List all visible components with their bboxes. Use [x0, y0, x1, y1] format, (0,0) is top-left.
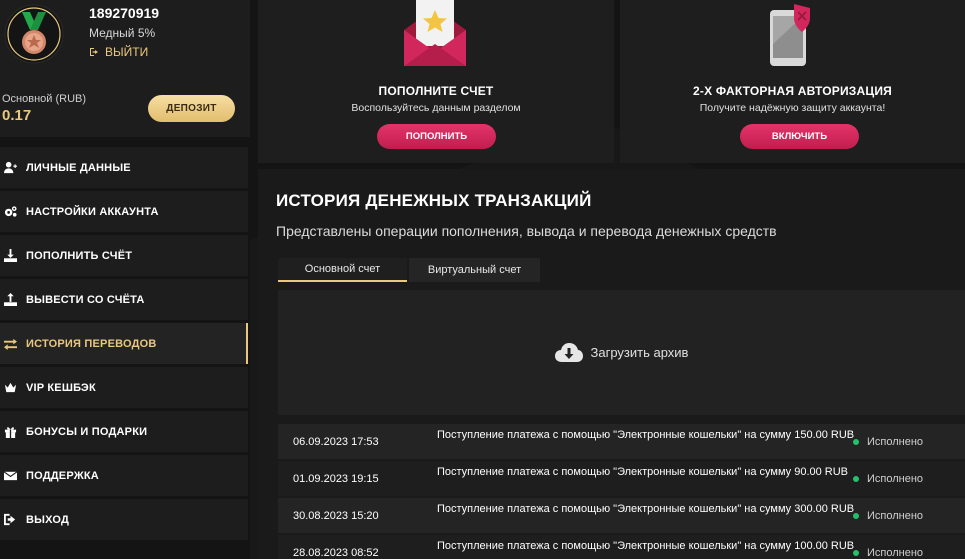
sidebar-item-label: ПОДДЕРЖКА [26, 469, 99, 482]
user-level: Медный 5% [89, 26, 156, 40]
card-subtitle: Воспользуйтесь данным разделом [351, 102, 521, 114]
sidebar-item-label: ПОПОЛНИТЬ СЧЁТ [26, 249, 133, 262]
deposit-button[interactable]: ДЕПОЗИТ [148, 95, 235, 122]
transaction-history-panel: ИСТОРИЯ ДЕНЕЖНЫХ ТРАНЗАКЦИЙ Представлены… [258, 169, 965, 559]
sidebar: 189270919 Медный 5% ВЫЙТИ Основной (RUB)… [0, 0, 250, 559]
twofa-promo-card: 2-Х ФАКТОРНАЯ АВТОРИЗАЦИЯ Получите надёж… [620, 0, 965, 163]
sidebar-menu: ЛИЧНЫЕ ДАННЫЕ НАСТРОЙКИ АККАУНТА ПОПОЛНИ… [0, 147, 250, 543]
status-badge: Исполнено [853, 473, 923, 485]
table-row: 28.08.2023 08:52 Поступление платежа с п… [278, 535, 965, 559]
logout-icon [2, 512, 18, 528]
table-row: 06.09.2023 17:53 Поступление платежа с п… [278, 424, 965, 459]
tx-description: Поступление платежа с помощью "Электронн… [437, 540, 855, 552]
exchange-icon [2, 336, 18, 352]
user-icon [2, 160, 18, 176]
copper-medal-icon [4, 4, 64, 64]
envelope-star-icon [404, 0, 466, 66]
status-dot-icon [853, 476, 859, 482]
gift-icon [2, 424, 18, 440]
sidebar-item-transfer-history[interactable]: ИСТОРИЯ ПЕРЕВОДОВ [0, 323, 248, 364]
phone-shield-icon [770, 4, 810, 66]
balance-label: Основной (RUB) [2, 93, 87, 105]
sidebar-item-label: НАСТРОЙКИ АККАУНТА [26, 205, 159, 218]
tx-description: Поступление платежа с помощью "Электронн… [437, 466, 849, 478]
enable-2fa-button[interactable]: ВКЛЮЧИТЬ [740, 124, 859, 149]
upload-icon [2, 292, 18, 308]
tx-description: Поступление платежа с помощью "Электронн… [437, 503, 855, 515]
account-tabs: Основной счет Виртуальный счет [278, 258, 540, 282]
archive-label: Загрузить архив [590, 345, 689, 360]
deposit-promo-card: ПОПОЛНИТЕ СЧЕТ Воспользуйтесь данным раз… [258, 0, 614, 163]
sidebar-item-label: БОНУСЫ И ПОДАРКИ [26, 425, 148, 438]
transaction-list: 06.09.2023 17:53 Поступление платежа с п… [278, 424, 965, 559]
sidebar-item-vip-cashback[interactable]: VIP КЕШБЭК [0, 367, 248, 408]
sidebar-item-account-settings[interactable]: НАСТРОЙКИ АККАУНТА [0, 191, 248, 232]
tab-main-account[interactable]: Основной счет [278, 258, 407, 282]
crown-icon [2, 380, 18, 396]
table-row: 01.09.2023 19:15 Поступление платежа с п… [278, 461, 965, 496]
status-dot-icon [853, 513, 859, 519]
sidebar-item-withdraw[interactable]: ВЫВЕСТИ СО СЧЁТА [0, 279, 248, 320]
status-dot-icon [853, 439, 859, 445]
sidebar-item-exit[interactable]: ВЫХОД [0, 499, 248, 540]
sidebar-item-personal-data[interactable]: ЛИЧНЫЕ ДАННЫЕ [0, 147, 248, 188]
sidebar-item-label: VIP КЕШБЭК [26, 381, 96, 394]
topup-button[interactable]: ПОПОЛНИТЬ [377, 124, 496, 149]
sidebar-item-support[interactable]: ПОДДЕРЖКА [0, 455, 248, 496]
page-title: ИСТОРИЯ ДЕНЕЖНЫХ ТРАНЗАКЦИЙ [276, 191, 592, 210]
sidebar-item-label: ЛИЧНЫЕ ДАННЫЕ [26, 161, 131, 174]
card-title: 2-Х ФАКТОРНАЯ АВТОРИЗАЦИЯ [693, 84, 892, 98]
status-badge: Исполнено [853, 510, 923, 522]
envelope-icon [2, 468, 18, 484]
logout-label: ВЫЙТИ [105, 45, 149, 59]
tx-description: Поступление платежа с помощью "Электронн… [437, 429, 855, 441]
logout-icon [90, 48, 98, 56]
gears-icon [2, 204, 18, 220]
download-archive-button[interactable]: Загрузить архив [278, 290, 965, 415]
sidebar-item-label: ВЫХОД [26, 513, 70, 526]
status-badge: Исполнено [853, 436, 923, 448]
sidebar-item-bonuses[interactable]: БОНУСЫ И ПОДАРКИ [0, 411, 248, 452]
tx-date: 28.08.2023 08:52 [293, 547, 379, 559]
tab-virtual-account[interactable]: Виртуальный счет [409, 258, 540, 282]
status-badge: Исполнено [853, 547, 923, 559]
tx-date: 30.08.2023 15:20 [293, 510, 379, 522]
tx-date: 01.09.2023 19:15 [293, 473, 379, 485]
user-id: 189270919 [89, 5, 160, 21]
download-icon [2, 248, 18, 264]
tx-date: 06.09.2023 17:53 [293, 436, 379, 448]
page-subtitle: Представлены операции пополнения, вывода… [276, 223, 777, 239]
card-title: ПОПОЛНИТЕ СЧЕТ [378, 84, 494, 98]
table-row: 30.08.2023 15:20 Поступление платежа с п… [278, 498, 965, 533]
profile-panel: 189270919 Медный 5% ВЫЙТИ Основной (RUB)… [0, 0, 250, 137]
sidebar-item-label: ВЫВЕСТИ СО СЧЁТА [26, 293, 145, 306]
card-subtitle: Получите надёжную защиту аккаунта! [699, 102, 886, 114]
sidebar-item-deposit[interactable]: ПОПОЛНИТЬ СЧЁТ [0, 235, 248, 276]
status-dot-icon [853, 550, 859, 556]
cloud-download-icon [554, 342, 583, 362]
balance-value: 0.17 [2, 107, 32, 124]
sidebar-item-label: ИСТОРИЯ ПЕРЕВОДОВ [26, 337, 157, 350]
logout-link[interactable]: ВЫЙТИ [89, 45, 148, 59]
